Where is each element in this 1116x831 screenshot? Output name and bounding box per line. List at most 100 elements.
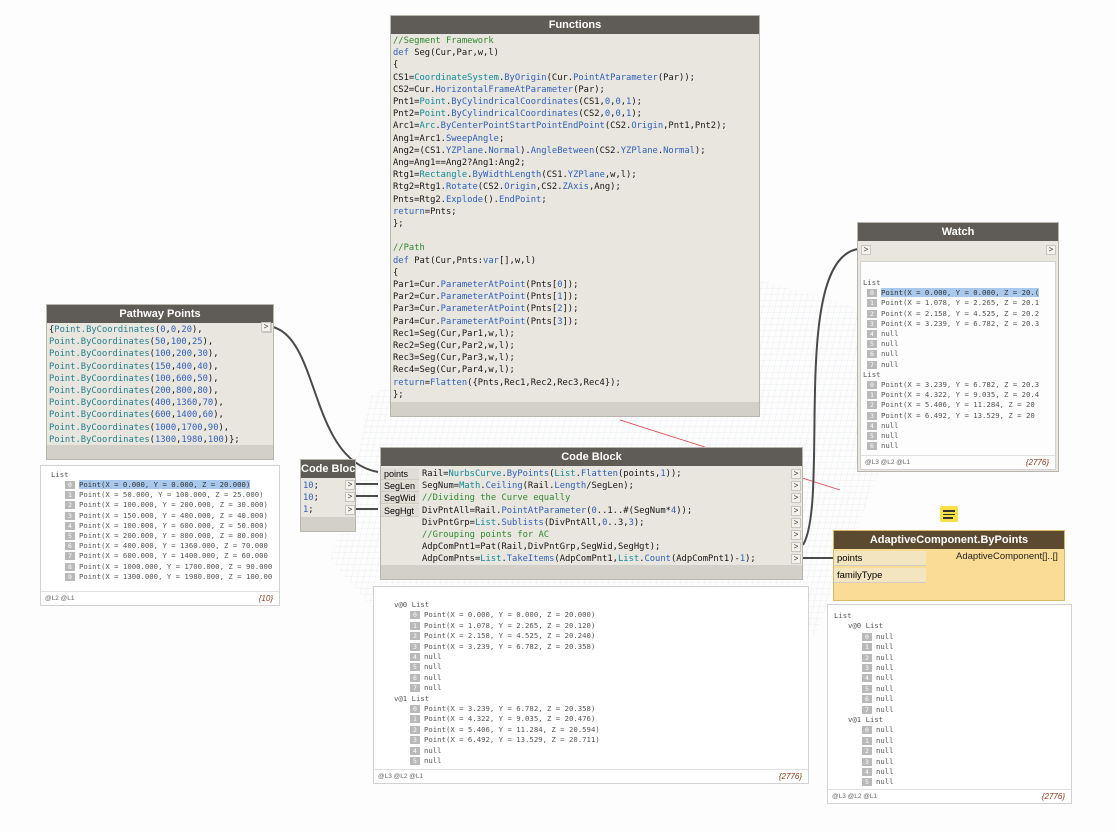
code-block-preview[interactable]: v@0 List 0 Point(X = 0.000, Y = 0.000, Z =… <box>373 586 809 784</box>
code-token: DivPntAll=Rail. <box>422 505 502 516</box>
code-token: Ang1=Arc1. <box>393 133 446 144</box>
input-arrow-icon[interactable]: > <box>861 245 871 255</box>
code-line: Point.ByCoordinates(600,1400,60), <box>49 409 263 421</box>
input-port-points[interactable]: points <box>834 551 926 566</box>
small-code-block-title[interactable]: Code Block <box>301 460 355 478</box>
pathway-points-preview[interactable]: List 0 Point(X = 0.000, Y = 0.000, Z = 20.… <box>40 465 280 606</box>
node-footer <box>301 517 355 531</box>
functions-node-title[interactable]: Functions <box>391 16 759 34</box>
code-token: CS1= <box>393 72 415 83</box>
code-token: Ang2=(CS1. <box>393 145 446 156</box>
code-token: EndPoint <box>498 194 542 205</box>
index-badge: 4 <box>410 746 420 755</box>
input-port-seglen[interactable]: SegLen <box>381 480 419 492</box>
preview-line: 1 Point(X = 50.000, Y = 100.000, Z = 25.0… <box>65 490 264 500</box>
watch-preview[interactable]: List 0 Point(X = 0.000, Y = 0.000, Z = 20.… <box>860 261 1056 470</box>
input-port-segwid[interactable]: SegWid <box>381 492 419 504</box>
preview-line: 3 null <box>862 757 894 767</box>
output-arrow-icon[interactable]: > <box>1046 245 1056 255</box>
adaptive-preview[interactable]: List v@0 List 0 null 1 null 2 null 3 null 4 null 5 nu… <box>827 604 1072 804</box>
preview-line: 5 Point(X = 200.000, Y = 800.000, Z = 80.… <box>65 531 268 541</box>
preview-line: 7 Point(X = 600.000, Y = 1400.000, Z = 60… <box>65 551 268 561</box>
watch-node[interactable]: Watch > > List 0 Point(X = 0.000, Y = 0.00… <box>857 222 1059 472</box>
code-token: ]); <box>562 304 579 315</box>
code-token: Flatten <box>430 377 468 388</box>
code-token: ByCylindricalCoordinates <box>451 109 579 120</box>
index-badge: 3 <box>867 319 877 328</box>
code-token: }; <box>393 389 404 400</box>
code-token: YZPlane <box>567 170 605 181</box>
code-token: ..3, <box>607 517 629 528</box>
main-code-block-title[interactable]: Code Block <box>381 448 802 466</box>
index-badge: 2 <box>867 309 877 318</box>
code-token: 40 <box>197 361 208 372</box>
code-token: (Par)); <box>657 72 695 83</box>
preview-line: 7 null <box>867 360 899 370</box>
input-port-seghgt[interactable]: SegHgt <box>381 505 419 517</box>
preview-line: 2 Point(X = 2.158, Y = 4.525, Z = 20.240) <box>410 631 595 641</box>
preview-text: Point(X = 1000.000, Y = 1700.000, Z = 90… <box>79 561 273 571</box>
code-token: ByCenterPointStartPointEndPoint <box>440 121 605 132</box>
code-token: //Segment Framework <box>393 36 494 46</box>
output-port-label[interactable]: AdaptiveComponent[]..[] <box>956 551 1058 562</box>
preview-footer: @L3 @L2 @L1 {2776} <box>374 769 808 783</box>
preview-line: 5 null <box>410 756 442 766</box>
small-code-editor[interactable]: 10; 10; 1; <box>303 480 343 520</box>
code-token: ParameterAtPoint <box>440 316 526 327</box>
code-line: {Point.ByCoordinates(0,0,20), <box>49 324 263 336</box>
preview-line: 1 Point(X = 1.078, Y = 2.265, Z = 20.1 <box>867 298 1039 308</box>
code-token: ; <box>541 194 547 205</box>
code-token: ), <box>207 361 219 372</box>
code-token: Rec4=Seg(Cur,Par4,w,l); <box>393 365 515 376</box>
code-token: 25 <box>192 337 203 348</box>
code-token: Ang=Ang1==Ang2?Ang1:Ang2; <box>393 158 526 169</box>
main-code-block-node[interactable]: Code Block points SegLen SegWid SegHgt R… <box>380 447 803 580</box>
output-arrow-icon[interactable]: > <box>791 481 801 492</box>
code-line: def Pat(Cur,Pnts:var[],w,l) <box>393 255 757 267</box>
code-line: 10; <box>303 492 343 504</box>
output-arrow-icon[interactable]: > <box>791 469 801 479</box>
output-arrow-icon[interactable]: > <box>791 493 801 504</box>
adaptive-title[interactable]: AdaptiveComponent.ByPoints <box>834 531 1064 549</box>
code-token: (AdpComPnt1, <box>554 554 618 565</box>
code-token: Rec3=Seg(Cur,Par3,w,l); <box>393 353 515 364</box>
output-arrow-icon[interactable]: > <box>791 517 801 528</box>
output-arrow-icon[interactable]: > <box>791 554 801 565</box>
preview-line: 1 Point(X = 4.322, Y = 9.035, Z = 20.476) <box>410 714 595 724</box>
pathway-code-editor[interactable]: {Point.ByCoordinates(0,0,20), Point.ByCoo… <box>49 324 263 448</box>
code-token: ParameterAtPoint <box>440 292 526 303</box>
adaptive-component-node[interactable]: AdaptiveComponent.ByPoints points family… <box>833 530 1065 601</box>
index-badge: 0 <box>862 632 872 641</box>
input-port-familytype[interactable]: familyType <box>834 568 926 583</box>
code-token: 10 <box>303 481 314 491</box>
functions-node[interactable]: Functions //Segment Framework def Seg(Cur… <box>390 15 760 417</box>
output-arrow-icon[interactable]: > <box>791 505 801 516</box>
code-line: //Dividing the Curve equally <box>422 492 790 504</box>
code-token: ), <box>192 325 203 335</box>
code-line: SegNum=Math.Ceiling(Rail.Length/SegLen); <box>422 480 790 492</box>
output-arrow-icon[interactable]: > <box>261 322 271 332</box>
preview-line: 2 Point(X = 5.406, Y = 11.284, Z = 20 <box>867 400 1035 410</box>
preview-line: 3 Point(X = 3.239, Y = 6.782, Z = 20.358) <box>410 642 595 652</box>
output-arrow-icon[interactable]: > <box>791 542 801 553</box>
code-token: 150 <box>154 361 171 372</box>
input-port-points[interactable]: points <box>381 468 419 480</box>
code-token: ), <box>213 410 224 421</box>
watch-title[interactable]: Watch <box>858 223 1058 241</box>
code-line: 10; <box>303 480 343 492</box>
preview-text: null <box>876 767 894 776</box>
code-token: ); <box>631 97 642 108</box>
small-code-block-node[interactable]: Code Block 10;10;1; > > > <box>300 459 356 532</box>
index-badge: 3 <box>410 642 420 651</box>
output-arrow-icon[interactable]: > <box>345 505 355 515</box>
main-code-editor[interactable]: Rail=NurbsCurve.ByPoints(List.Flatten(po… <box>422 468 790 568</box>
pathway-points-title[interactable]: Pathway Points <box>47 305 273 323</box>
code-token: Point.ByCoordinates <box>49 398 150 409</box>
pathway-points-node[interactable]: Pathway Points {Point.ByCoordinates(0,0,… <box>46 304 274 460</box>
output-arrow-icon[interactable]: > <box>345 492 355 502</box>
functions-code-editor[interactable]: //Segment Framework def Seg(Cur,Par,w,l){… <box>393 35 757 403</box>
output-arrow-icon[interactable]: > <box>345 480 355 490</box>
output-arrow-icon[interactable]: > <box>791 530 801 540</box>
note-icon[interactable] <box>940 506 958 522</box>
